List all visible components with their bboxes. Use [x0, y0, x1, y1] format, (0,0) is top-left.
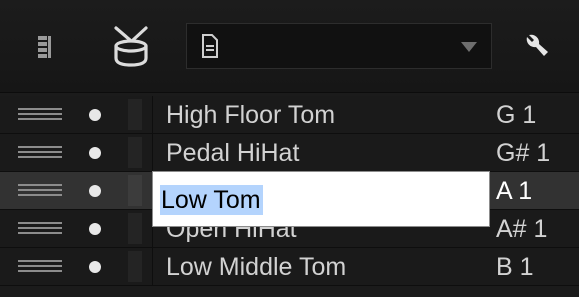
chevron-down-icon[interactable]: [461, 42, 477, 52]
drag-handle[interactable]: [18, 260, 62, 274]
list-view-button[interactable]: [30, 31, 60, 65]
instrument-name[interactable]: Pedal HiHat: [166, 139, 299, 167]
document-icon: [202, 34, 218, 58]
divider: [152, 248, 153, 286]
drum-map-panel: High Floor Tom G 1 Pedal HiHat G# 1 A 1 …: [0, 0, 579, 297]
drag-handle[interactable]: [18, 222, 62, 236]
color-swatch: [128, 251, 142, 282]
drag-handle[interactable]: [18, 108, 62, 122]
color-swatch: [128, 213, 142, 244]
list-item[interactable]: High Floor Tom G 1: [0, 96, 579, 134]
divider: [152, 96, 153, 134]
rename-input-value[interactable]: Low Tom: [160, 185, 263, 215]
active-indicator[interactable]: [89, 223, 101, 235]
color-swatch: [128, 175, 142, 206]
list-item[interactable]: Pedal HiHat G# 1: [0, 134, 579, 172]
drag-handle[interactable]: [18, 146, 62, 160]
instrument-name[interactable]: Low Middle Tom: [166, 253, 346, 281]
active-indicator[interactable]: [89, 147, 101, 159]
active-indicator[interactable]: [89, 185, 101, 197]
color-swatch: [128, 99, 142, 130]
drum-icon: [114, 26, 148, 67]
instrument-name[interactable]: High Floor Tom: [166, 101, 335, 129]
preset-dropdown[interactable]: [186, 23, 492, 69]
rename-input[interactable]: Low Tom: [152, 171, 490, 227]
wrench-icon: [526, 34, 548, 56]
pitch-label: G 1: [496, 101, 537, 129]
drum-button[interactable]: [106, 22, 156, 72]
toolbar: [0, 0, 579, 93]
drag-handle[interactable]: [18, 184, 62, 198]
divider: [152, 134, 153, 172]
pitch-label: B 1: [496, 253, 534, 281]
active-indicator[interactable]: [89, 261, 101, 273]
pitch-label: G# 1: [496, 139, 551, 167]
color-swatch: [128, 137, 142, 168]
active-indicator[interactable]: [89, 109, 101, 121]
list-item[interactable]: Low Middle Tom B 1: [0, 248, 579, 286]
list-view-icon: [38, 36, 51, 58]
pitch-label: A 1: [496, 177, 533, 205]
pitch-label: A# 1: [496, 215, 548, 243]
settings-button[interactable]: [518, 28, 554, 64]
